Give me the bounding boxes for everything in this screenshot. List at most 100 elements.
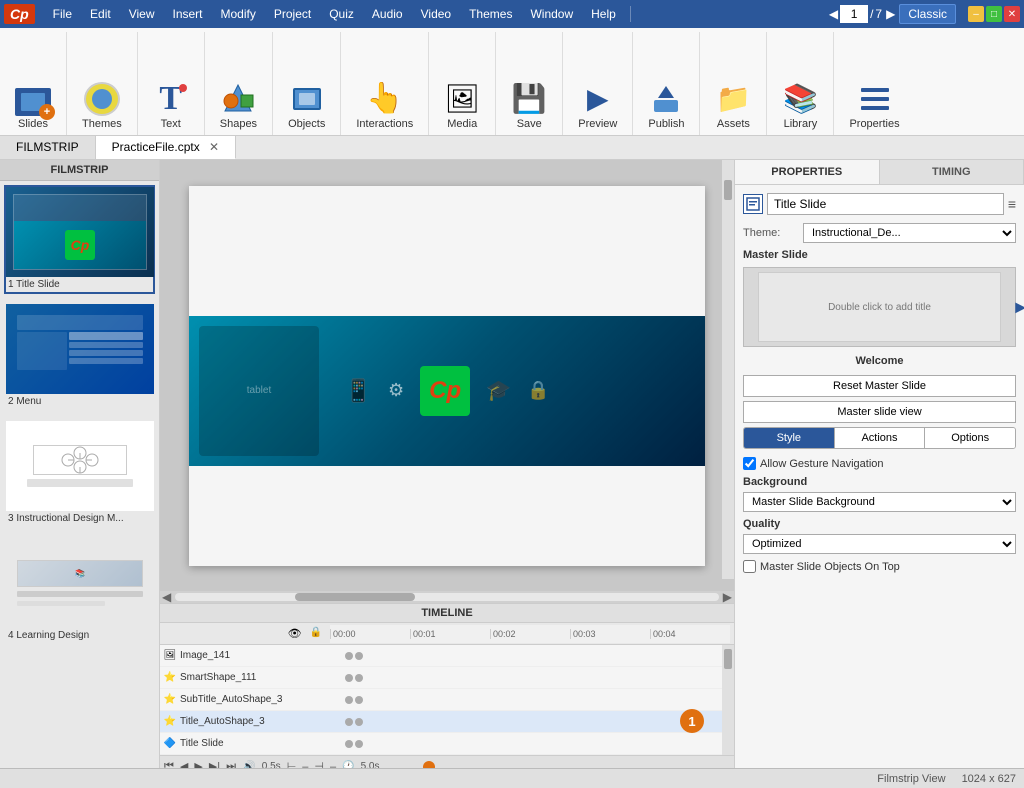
slides-button[interactable]: + Slides [8,83,58,135]
close-tab-btn[interactable]: ✕ [209,140,219,154]
style-tab-actions[interactable]: Actions [835,428,926,448]
scroll-right-btn[interactable]: ▶ [723,590,732,604]
slide-thumb-3[interactable]: 3 Instructional Design M... [4,419,155,528]
master-slide-arrow-icon[interactable]: ▶ [1015,299,1024,316]
media-button[interactable]: 🖼 Media [437,77,487,135]
close-btn[interactable]: ✕ [1004,6,1020,22]
prop-theme-select[interactable]: Instructional_De... [803,223,1016,243]
menu-view[interactable]: View [121,5,163,23]
timeline-scrubber-handle[interactable] [423,761,435,769]
properties-button[interactable]: Properties [842,77,906,135]
title3-dot1[interactable] [345,718,353,726]
save-button[interactable]: 💾 Save [504,77,554,135]
timeline-eye-icon[interactable]: 👁 [288,627,302,640]
menu-insert[interactable]: Insert [165,5,211,23]
menu-file[interactable]: File [45,5,80,23]
timeline-play-prev-btn[interactable]: ◀ [180,760,188,768]
master-objects-label: Master Slide Objects On Top [760,561,900,573]
interactions-button[interactable]: 👆 Interactions [349,77,420,135]
menu-project[interactable]: Project [266,5,319,23]
publish-button[interactable]: Publish [641,77,691,135]
library-icon: 📚 [782,82,818,116]
timeline-scrubber[interactable] [389,765,726,769]
timeline-play-next-btn[interactable]: ▶| [209,760,220,768]
timeline-row-subtitle[interactable]: ⭐ SubTitle_AutoShape_3 "Design Is Not Ju… [160,689,734,711]
subtitle-dot2[interactable] [355,696,363,704]
filmstrip-tab[interactable]: FILMSTRIP [0,136,96,159]
maximize-btn[interactable]: □ [986,6,1002,22]
playhead-badge[interactable]: 1 [680,709,704,733]
timeline-marker-btn1[interactable]: ⊢ [287,760,297,768]
slide-thumb-1[interactable]: Cp 1 Title Slide [4,185,155,294]
menu-edit[interactable]: Edit [82,5,119,23]
menu-video[interactable]: Video [413,5,459,23]
background-select[interactable]: Master Slide Background [743,492,1016,512]
properties-tab-properties[interactable]: PROPERTIES [735,160,880,184]
timeline-marker-btn4[interactable]: – [330,761,336,769]
menu-help[interactable]: Help [583,5,624,23]
preview-button[interactable]: ▶ Preview [571,77,624,135]
menu-audio[interactable]: Audio [364,5,411,23]
menu-quiz[interactable]: Quiz [321,5,362,23]
timeline-audio-btn[interactable]: 🔊 [242,760,256,768]
slide-navigation: ◀ / 7 ▶ [829,5,896,23]
timeline-row-titleslide[interactable]: 🔷 Title Slide Slide (5.0s) [160,733,734,755]
image141-icon: 🖼 [160,650,180,661]
timeline-row-image141[interactable]: 🖼 Image_141 AdobeStock_370219467_edit:4.… [160,645,734,667]
minimize-btn[interactable]: – [968,6,984,22]
gesture-nav-checkbox[interactable] [743,457,756,470]
timeline-play-btn[interactable]: ▶ [194,760,202,768]
prev-slide-btn[interactable]: ◀ [829,7,838,21]
timeline-play-last-btn[interactable]: ⏭ [226,760,236,768]
timeline-row-smartshape[interactable]: ⭐ SmartShape_111 SmartShape:Display for … [160,667,734,689]
background-section-title: Background [743,476,1016,488]
master-slide-preview[interactable]: Double click to add title [743,267,1016,347]
menu-themes[interactable]: Themes [461,5,520,23]
text-button[interactable]: T Text [146,77,196,135]
library-button[interactable]: 📚 Library [775,77,825,135]
menu-modify[interactable]: Modify [213,5,264,23]
smartshape-dot2[interactable] [355,674,363,682]
prop-menu-btn[interactable]: ≡ [1008,196,1016,212]
image141-dot1[interactable] [345,652,353,660]
shapes-button[interactable]: Shapes [213,77,264,135]
smartshape-dot1[interactable] [345,674,353,682]
file-tab[interactable]: PracticeFile.cptx ✕ [96,136,236,159]
media-label: Media [447,118,477,130]
timeline-row-title3[interactable]: ⭐ Title_AutoShape_3 Instructional Design… [160,711,734,733]
titleslide-dot2[interactable] [355,740,363,748]
subtitle-dot1[interactable] [345,696,353,704]
master-objects-checkbox[interactable] [743,560,756,573]
assets-button[interactable]: 📁 Assets [708,77,758,135]
slide-number-input[interactable] [840,5,868,23]
properties-tab-timing[interactable]: TIMING [880,160,1024,184]
scrollbar-thumb[interactable] [295,593,415,601]
themes-button[interactable]: Themes [75,77,129,135]
slide-canvas[interactable]: 📱 ⚙ Cp 🎓 🔒 tablet [189,186,705,566]
objects-button[interactable]: Objects [281,77,332,135]
classic-mode-btn[interactable]: Classic [899,4,956,24]
horizontal-scrollbar[interactable]: ◀ ▶ [160,591,734,603]
title3-dot2[interactable] [355,718,363,726]
timeline-marker-btn3[interactable]: ⊣ [314,760,324,768]
vertical-scrollbar[interactable] [722,160,734,579]
timeline-lock-icon[interactable]: 🔒 [310,627,322,640]
style-tab-style[interactable]: Style [744,428,835,448]
next-slide-btn[interactable]: ▶ [886,7,895,21]
reset-master-slide-btn[interactable]: Reset Master Slide [743,375,1016,397]
timeline-vscroll[interactable] [722,645,734,755]
quality-select[interactable]: Optimized [743,534,1016,554]
window-controls: – □ ✕ [968,6,1020,22]
image141-dot2[interactable] [355,652,363,660]
menu-window[interactable]: Window [522,5,581,23]
timeline-marker-btn2[interactable]: – [302,761,308,769]
slide-thumb-4[interactable]: 📚 4 Learning Design [4,536,155,645]
style-tab-options[interactable]: Options [925,428,1015,448]
slide-thumb-2[interactable]: 2 Menu [4,302,155,411]
scroll-left-btn[interactable]: ◀ [162,590,171,604]
prop-title-input[interactable] [767,193,1004,215]
timeline-play-first-btn[interactable]: ⏮ [164,760,174,768]
objects-label: Objects [288,118,325,130]
titleslide-dot1[interactable] [345,740,353,748]
master-slide-view-btn[interactable]: Master slide view [743,401,1016,423]
